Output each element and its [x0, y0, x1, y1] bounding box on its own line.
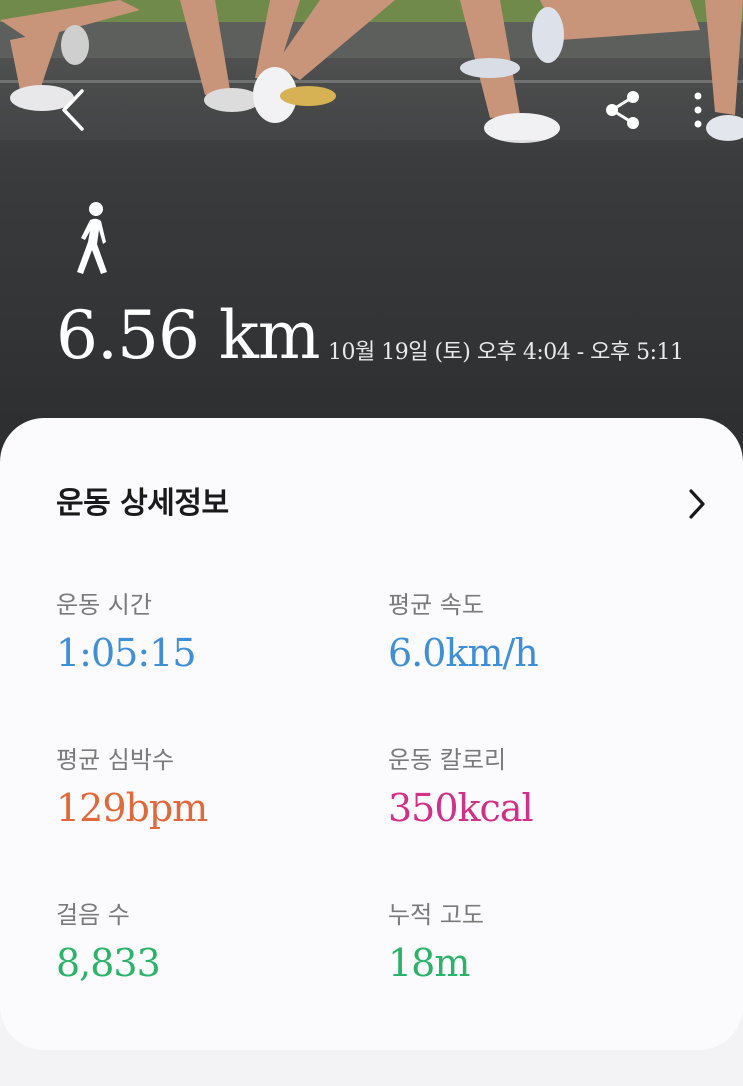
stat-label: 운동 시간 [56, 591, 152, 619]
stat-avg-heart-rate: 평균 심박수 129bpm [56, 745, 376, 831]
stat-value: 6.0km/h [388, 631, 539, 675]
stat-label: 걸음 수 [56, 901, 130, 929]
details-title: 운동 상세정보 [56, 486, 229, 521]
stat-label: 누적 고도 [388, 901, 484, 929]
workout-time-range: 10월 19일 (토) 오후 4:04 - 오후 5:11 [328, 340, 684, 365]
back-arrow-icon [62, 89, 84, 131]
share-icon [606, 91, 639, 129]
stat-label: 평균 심박수 [56, 746, 175, 774]
stat-value: 350kcal [388, 786, 534, 830]
stat-calories: 운동 칼로리 350kcal [388, 745, 708, 831]
stat-value: 1:05:15 [56, 631, 197, 675]
workout-distance: 6.56 km [56, 297, 321, 374]
more-vertical-icon [694, 92, 702, 128]
stat-value: 8,833 [56, 941, 161, 985]
hero-photo-header: 6.56 km 10월 19일 (토) 오후 4:04 - 오후 5:11 [0, 0, 743, 470]
walking-person-icon [77, 202, 107, 274]
stat-label: 운동 칼로리 [388, 746, 507, 774]
stat-avg-speed: 평균 속도 6.0km/h [388, 590, 708, 676]
stat-value: 129bpm [56, 786, 208, 830]
share-button[interactable] [598, 85, 648, 135]
stat-elevation-gain: 누적 고도 18m [388, 900, 708, 986]
stat-steps: 걸음 수 8,833 [56, 900, 376, 986]
back-button[interactable] [48, 85, 98, 135]
stat-value: 18m [388, 941, 470, 985]
stat-duration: 운동 시간 1:05:15 [56, 590, 376, 676]
more-options-button[interactable] [678, 85, 718, 135]
stat-label: 평균 속도 [388, 591, 484, 619]
chevron-right-icon [689, 489, 705, 519]
details-open-button[interactable] [680, 484, 714, 524]
